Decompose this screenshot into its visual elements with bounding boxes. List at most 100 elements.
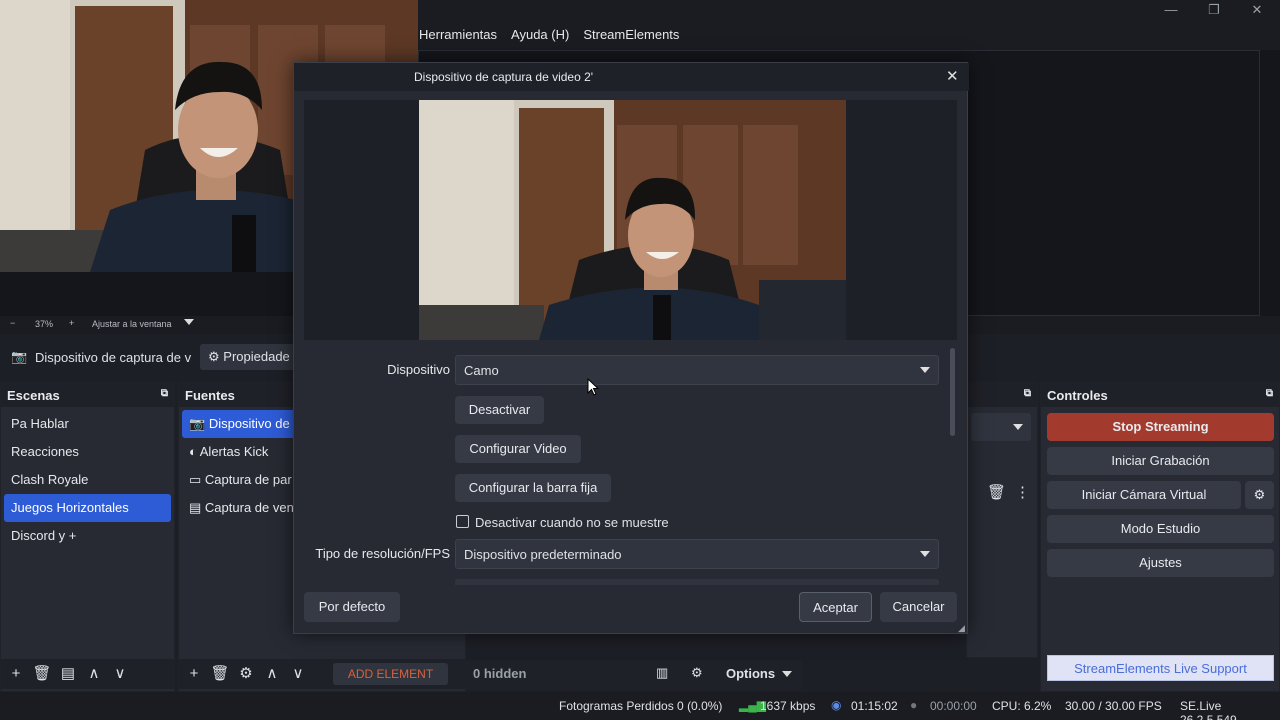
menu-herramientas[interactable]: Herramientas bbox=[419, 27, 497, 42]
mixer-dropdown[interactable] bbox=[971, 413, 1031, 441]
move-down-icon[interactable]: ∨ bbox=[287, 663, 309, 685]
record-time: 00:00:00 bbox=[930, 699, 977, 713]
dialog-close-icon[interactable]: ✕ bbox=[946, 67, 959, 85]
zoom-fit-button[interactable]: Ajustar a la ventana bbox=[92, 319, 172, 329]
fps: 30.00 / 30.00 FPS bbox=[1065, 699, 1162, 713]
record-icon: ● bbox=[910, 698, 918, 712]
start-recording-button[interactable]: Iniciar Grabación bbox=[1047, 447, 1274, 475]
settings-button[interactable]: Ajustes bbox=[1047, 549, 1274, 577]
configure-crossbar-button[interactable]: Configurar la barra fija bbox=[455, 474, 611, 502]
device-label: Dispositivo bbox=[387, 362, 450, 377]
camera-icon: 📷 bbox=[189, 416, 206, 431]
filter-icon[interactable]: ▤ bbox=[57, 663, 79, 685]
deactivate-hidden-checkbox[interactable] bbox=[456, 515, 469, 528]
camera-icon: 📷 bbox=[11, 349, 28, 364]
deactivate-hidden-label: Desactivar cuando no se muestre bbox=[475, 515, 669, 530]
scene-item[interactable]: Discord y + bbox=[4, 522, 171, 550]
properties-dialog: Dispositivo de captura de video 2' ✕ Dis… bbox=[293, 62, 969, 634]
mouse-cursor-icon bbox=[587, 378, 599, 396]
zoom-in-button[interactable]: + bbox=[69, 318, 74, 328]
chevron-down-icon bbox=[1013, 424, 1023, 430]
cancel-button[interactable]: Cancelar bbox=[880, 592, 957, 622]
zoom-percent: 37% bbox=[35, 319, 54, 329]
columns-icon[interactable]: ▥ bbox=[656, 665, 668, 681]
zoom-out-button[interactable]: − bbox=[10, 318, 15, 328]
add-scene-icon[interactable]: + bbox=[5, 663, 27, 685]
settings-icon[interactable]: ⚙ bbox=[691, 665, 703, 681]
options-button[interactable]: Options bbox=[726, 666, 775, 681]
gear-icon[interactable]: ⚙ bbox=[235, 663, 257, 685]
deactivate-button[interactable]: Desactivar bbox=[455, 396, 544, 424]
resize-grip-icon[interactable]: ◢ bbox=[958, 623, 965, 634]
trash-icon[interactable]: 🗑 bbox=[31, 663, 53, 685]
streamelements-support-button[interactable]: StreamElements Live Support bbox=[1047, 655, 1274, 681]
dialog-title: Dispositivo de captura de video 2' bbox=[414, 70, 594, 84]
trash-icon[interactable]: 🗑 bbox=[987, 483, 1006, 501]
undock-icon[interactable]: ⧉ bbox=[1266, 388, 1273, 399]
selected-source-bar: 📷 Dispositivo de captura de v ⚙ Propieda… bbox=[0, 340, 300, 376]
virtual-camera-gear-icon[interactable]: ⚙ bbox=[1245, 481, 1274, 509]
studio-mode-button[interactable]: Modo Estudio bbox=[1047, 515, 1274, 543]
scenes-title: Escenas bbox=[7, 388, 60, 403]
undock-icon[interactable]: ⧉ bbox=[1024, 388, 1031, 399]
chevron-down-icon bbox=[782, 671, 792, 677]
add-source-icon[interactable]: + bbox=[183, 663, 205, 685]
scene-item[interactable]: Reacciones bbox=[4, 438, 171, 466]
resolution-value: Dispositivo predeterminado bbox=[464, 547, 622, 562]
undock-icon[interactable]: ⧉ bbox=[161, 388, 168, 399]
controls-header: Controles ⧉ bbox=[1041, 383, 1279, 407]
mixer-toolbar: 0 hidden ▥ ⚙ Options bbox=[466, 660, 802, 690]
menu-ayuda[interactable]: Ayuda (H) bbox=[511, 27, 569, 42]
resolution-label: Tipo de resolución/FPS bbox=[315, 546, 450, 561]
mixer-panel-edge: ⧉ 🗑 ⋮ bbox=[966, 382, 1038, 658]
move-up-icon[interactable]: ∧ bbox=[83, 663, 105, 685]
streaming-icon: ◉ bbox=[831, 698, 842, 712]
device-select[interactable]: Camo bbox=[455, 355, 939, 385]
sources-title: Fuentes bbox=[185, 388, 235, 403]
source-label: Dispositivo de c bbox=[208, 416, 300, 431]
resolution-select[interactable]: Dispositivo predeterminado bbox=[455, 539, 939, 569]
chevron-down-icon bbox=[920, 551, 930, 557]
stream-time: 01:15:02 bbox=[851, 699, 898, 713]
trash-icon[interactable]: 🗑 bbox=[209, 663, 231, 685]
source-label: Alertas Kick bbox=[199, 444, 269, 459]
version: SE.Live 26.2.5.549 bbox=[1180, 699, 1237, 720]
kick-icon: ◐ bbox=[189, 444, 197, 459]
menu-bar-items: Herramientas Ayuda (H) StreamElements bbox=[419, 27, 679, 42]
device-value: Camo bbox=[464, 363, 499, 378]
scenes-header: Escenas ⧉ bbox=[1, 383, 174, 407]
monitor-icon: ▭ bbox=[189, 472, 202, 487]
bitrate: 1637 kbps bbox=[760, 699, 816, 713]
dialog-title-bar: Dispositivo de captura de video 2' bbox=[294, 63, 969, 91]
minimize-icon[interactable]: — bbox=[1160, 2, 1182, 20]
status-bar: Fotogramas Perdidos 0 (0.0%) ▂▄▆ 1637 kb… bbox=[0, 692, 1280, 720]
stop-streaming-button[interactable]: Stop Streaming bbox=[1047, 413, 1274, 441]
chevron-down-icon bbox=[920, 367, 930, 373]
more-icon[interactable]: ⋮ bbox=[1015, 483, 1030, 501]
menu-streamelements[interactable]: StreamElements bbox=[583, 27, 679, 42]
accept-button[interactable]: Aceptar bbox=[799, 592, 872, 622]
scene-item[interactable]: Pa Hablar bbox=[4, 410, 171, 438]
controls-panel: Controles ⧉ Stop Streaming Iniciar Grabac… bbox=[1040, 382, 1280, 692]
cpu-usage: CPU: 6.2% bbox=[992, 699, 1052, 713]
configure-video-button[interactable]: Configurar Video bbox=[455, 435, 581, 463]
move-down-icon[interactable]: ∨ bbox=[109, 663, 131, 685]
hidden-count: 0 hidden bbox=[473, 666, 527, 681]
defaults-button[interactable]: Por defecto bbox=[304, 592, 400, 622]
start-virtual-camera-button[interactable]: Iniciar Cámara Virtual bbox=[1047, 481, 1241, 509]
scenes-panel: Escenas ⧉ Pa Hablar Reacciones Clash Roya… bbox=[0, 382, 175, 692]
properties-button[interactable]: ⚙ Propiedade bbox=[200, 344, 300, 370]
scenes-toolbar: + 🗑 ▤ ∧ ∨ bbox=[1, 659, 174, 689]
maximize-icon[interactable]: ❐ bbox=[1203, 2, 1225, 20]
window-icon: ▤ bbox=[189, 500, 202, 515]
scene-item-selected[interactable]: Juegos Horizontales bbox=[4, 494, 171, 522]
sources-toolbar: + 🗑 ⚙ ∧ ∨ ADD ELEMENT bbox=[179, 659, 465, 689]
close-window-icon[interactable]: ✕ bbox=[1246, 2, 1268, 20]
dialog-scrollbar[interactable] bbox=[950, 348, 955, 436]
scene-item[interactable]: Clash Royale bbox=[4, 466, 171, 494]
next-field-partial bbox=[455, 579, 939, 585]
zoom-dropdown-icon[interactable] bbox=[184, 319, 194, 325]
move-up-icon[interactable]: ∧ bbox=[261, 663, 283, 685]
add-element-button[interactable]: ADD ELEMENT bbox=[333, 663, 448, 685]
controls-title: Controles bbox=[1047, 388, 1108, 403]
